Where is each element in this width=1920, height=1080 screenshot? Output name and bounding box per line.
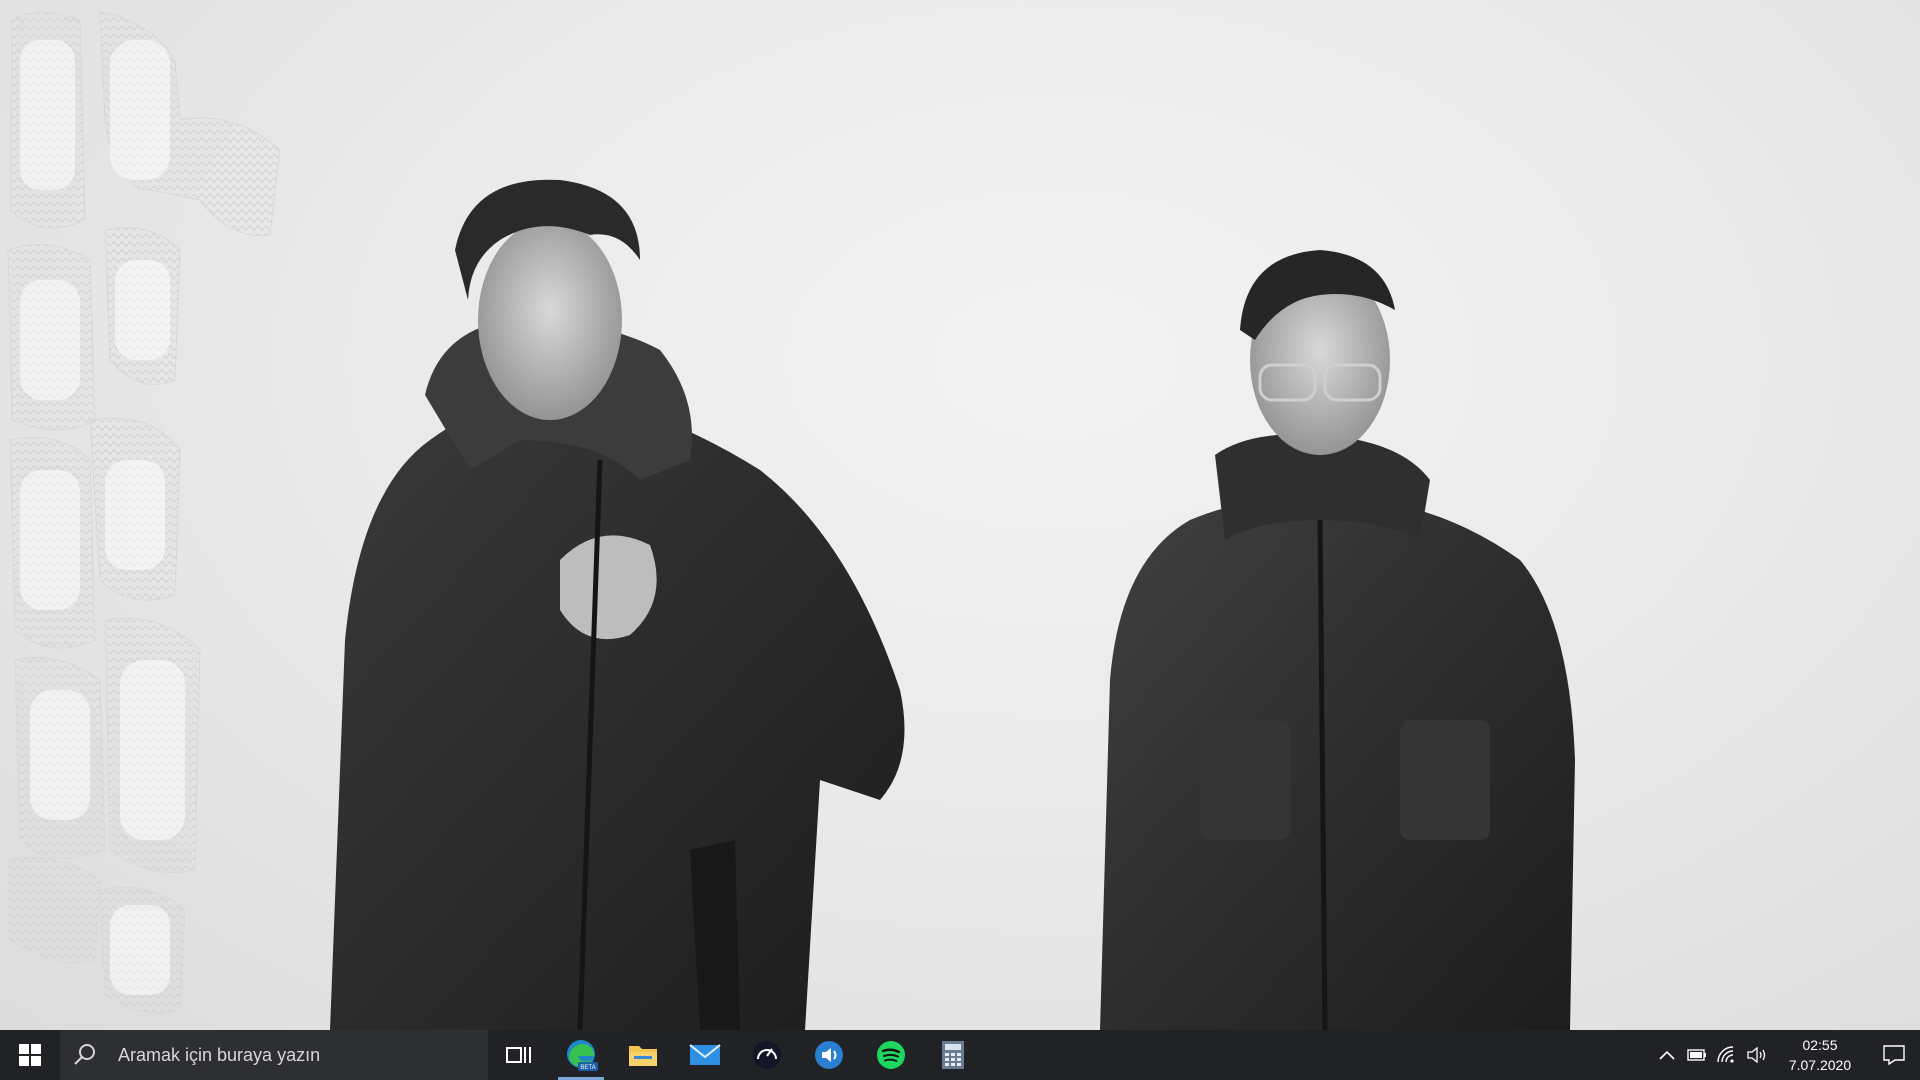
task-view-icon xyxy=(506,1047,531,1063)
action-center-button[interactable] xyxy=(1868,1030,1920,1080)
task-view-button[interactable] xyxy=(488,1030,550,1080)
speedtest-icon xyxy=(753,1041,781,1069)
search-icon xyxy=(74,1044,95,1065)
taskbar-app-speedtest[interactable] xyxy=(736,1030,798,1080)
battery-icon xyxy=(1687,1049,1706,1061)
windows-logo-icon xyxy=(19,1044,41,1066)
taskbar-app-audio[interactable] xyxy=(798,1030,860,1080)
chevron-up-icon xyxy=(1659,1050,1675,1060)
taskbar-app-file-explorer[interactable] xyxy=(612,1030,674,1080)
wifi-icon xyxy=(1717,1046,1734,1063)
taskbar-app-mail[interactable] xyxy=(674,1030,736,1080)
person-left xyxy=(330,179,905,1030)
calculator-icon xyxy=(942,1041,964,1069)
taskbar-app-spotify[interactable] xyxy=(860,1030,922,1080)
network-button[interactable] xyxy=(1712,1030,1742,1080)
taskbar-clock[interactable]: 02:55 7.07.2020 xyxy=(1772,1035,1868,1075)
svg-text:BETA: BETA xyxy=(580,1065,595,1071)
clock-date: 7.07.2020 xyxy=(1788,1057,1852,1073)
taskbar-app-edge-beta[interactable]: BETA xyxy=(550,1030,612,1080)
search-placeholder: Aramak için buraya yazın xyxy=(118,1044,321,1065)
speaker-icon xyxy=(1747,1047,1766,1063)
mail-icon xyxy=(689,1044,721,1065)
notification-icon xyxy=(1883,1045,1905,1065)
volume-button[interactable] xyxy=(1742,1030,1772,1080)
spotify-icon xyxy=(877,1041,905,1069)
audio-app-icon xyxy=(815,1041,843,1069)
edge-beta-icon: BETA xyxy=(567,1040,598,1071)
taskbar: Aramak için buraya yazın BETA 02:55 7.07… xyxy=(0,1030,1920,1080)
wallpaper-photo xyxy=(330,179,1575,1030)
search-box[interactable]: Aramak için buraya yazın xyxy=(60,1030,488,1080)
show-hidden-icons-button[interactable] xyxy=(1652,1030,1682,1080)
clock-time: 02:55 xyxy=(1802,1037,1838,1053)
battery-button[interactable] xyxy=(1682,1030,1712,1080)
person-right xyxy=(1100,250,1575,1030)
desktop xyxy=(0,0,1920,1030)
system-tray: 02:55 7.07.2020 xyxy=(1652,1030,1920,1080)
start-button[interactable] xyxy=(0,1030,60,1080)
file-explorer-icon xyxy=(629,1046,657,1066)
taskbar-app-calculator[interactable] xyxy=(922,1030,984,1080)
